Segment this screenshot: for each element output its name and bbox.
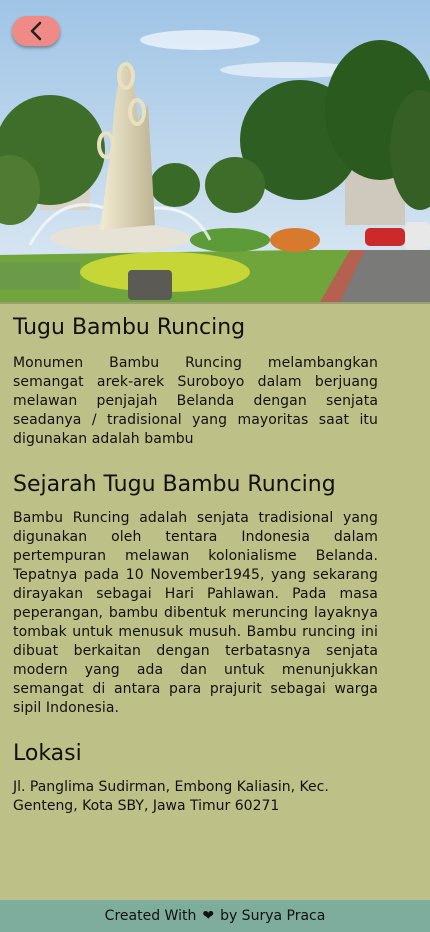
hero-image [0,0,430,304]
location-text: Jl. Panglima Sudirman, Embong Kaliasin, … [13,779,329,814]
footer: Created With ❤ by Surya Praca [0,900,430,932]
back-button[interactable] [12,16,60,46]
footer-suffix: by Surya Praca [220,908,326,924]
description-text: Monumen Bambu Runcing melambangkan seman… [13,355,378,447]
history-heading: Sejarah Tugu Bambu Runcing [13,472,336,497]
content: Tugu Bambu Runcing Monumen Bambu Runcing… [13,302,378,816]
history-text: Bambu Runcing adalah senjata tradisional… [13,510,378,716]
page-title: Tugu Bambu Runcing [13,315,246,340]
footer-prefix: Created With [104,908,197,924]
heart-icon: ❤ [202,908,215,924]
chevron-left-icon [29,21,43,41]
location-heading: Lokasi [13,741,82,766]
